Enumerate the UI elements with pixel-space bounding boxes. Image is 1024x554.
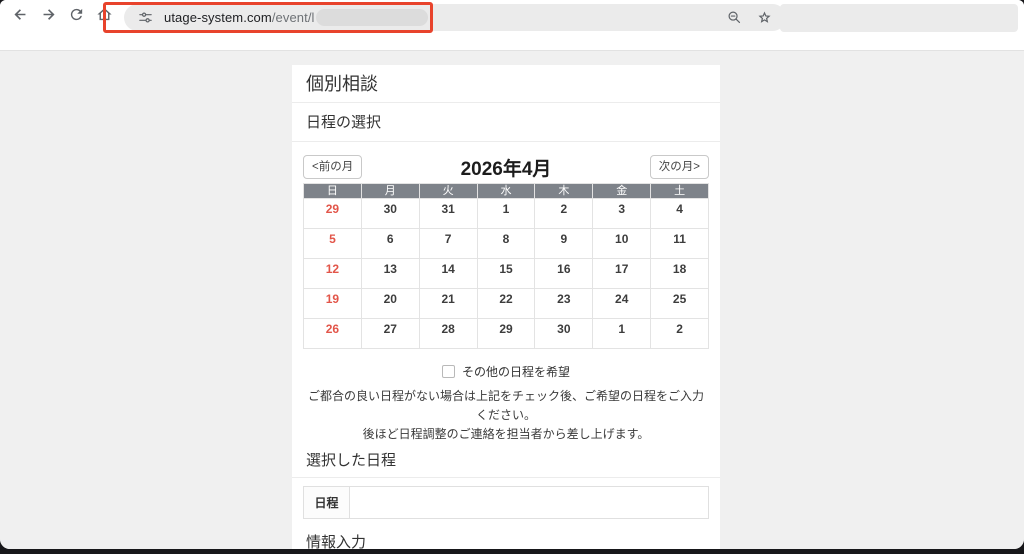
url-path: /event/l xyxy=(271,9,315,25)
schedule-note-line2: 後ほど日程調整のご連絡を担当者から差し上げます。 xyxy=(362,427,650,441)
booking-form-card: 個別相談 日程の選択 <前の月 2026年4月 次の月> 日月火水木金土 29 30… xyxy=(292,65,720,549)
calendar-weekday-header: 土 xyxy=(651,184,708,198)
calendar-nav: <前の月 2026年4月 次の月> xyxy=(303,154,709,180)
calendar-day-cell[interactable]: 1 xyxy=(477,199,535,228)
calendar-day-cell[interactable]: 29 xyxy=(477,319,535,348)
schedule-note-line1: ご都合の良い日程がない場合は上記をチェック後、ご希望の日程をご入力ください。 xyxy=(307,389,704,422)
selected-date-value xyxy=(350,487,708,518)
other-dates-checkbox[interactable] xyxy=(441,365,455,378)
site-settings-icon[interactable] xyxy=(137,9,154,26)
calendar-day-cell[interactable]: 23 xyxy=(535,289,593,318)
calendar-weekday-header: 金 xyxy=(593,184,651,198)
calendar-day-cell[interactable]: 10 xyxy=(593,229,651,258)
reload-button[interactable] xyxy=(62,3,90,31)
calendar-day-cell[interactable]: 5 xyxy=(304,229,361,258)
forward-arrow-icon xyxy=(40,6,57,28)
page-title: 個別相談 xyxy=(292,65,720,103)
calendar-weekday-header: 水 xyxy=(477,184,535,198)
bookmark-star-icon[interactable] xyxy=(756,9,773,26)
back-arrow-icon xyxy=(12,6,29,28)
calendar-day-cell[interactable]: 2 xyxy=(651,319,708,348)
back-button[interactable] xyxy=(6,3,34,31)
toolbar-redaction-box xyxy=(780,4,1018,32)
calendar-day-cell[interactable]: 8 xyxy=(477,229,535,258)
calendar-day-cell[interactable]: 9 xyxy=(535,229,593,258)
calendar-weekday-header: 火 xyxy=(419,184,477,198)
other-dates-row[interactable]: その他の日程を希望 xyxy=(303,363,709,380)
calendar-day-cell[interactable]: 27 xyxy=(361,319,419,348)
browser-window: utage-system.com/event/l 個別相談 日程の選択 <前の月… xyxy=(0,0,1024,549)
calendar-day-cell[interactable]: 7 xyxy=(419,229,477,258)
forward-button[interactable] xyxy=(34,3,62,31)
calendar-day-cell[interactable]: 28 xyxy=(419,319,477,348)
calendar-day-cell[interactable]: 18 xyxy=(651,259,708,288)
calendar-day-cell[interactable]: 17 xyxy=(593,259,651,288)
calendar-weekday-header: 月 xyxy=(361,184,419,198)
calendar-day-cell[interactable]: 4 xyxy=(651,199,708,228)
calendar-day-cell[interactable]: 29 xyxy=(304,199,361,228)
calendar-day-cell[interactable]: 26 xyxy=(304,319,361,348)
next-month-button[interactable]: 次の月> xyxy=(649,155,709,179)
calendar-day-cell[interactable]: 15 xyxy=(477,259,535,288)
calendar-day-cell[interactable]: 30 xyxy=(535,319,593,348)
calendar-day-cell[interactable]: 31 xyxy=(419,199,477,228)
info-section-heading: 情報入力 xyxy=(292,526,720,549)
calendar-weekday-header: 日 xyxy=(304,184,361,198)
calendar-day-cell[interactable]: 19 xyxy=(304,289,361,318)
schedule-section-heading: 日程の選択 xyxy=(292,103,720,142)
calendar: <前の月 2026年4月 次の月> 日月火水木金土 29 30 31 1 2 3 4 5 6 7 8 9… xyxy=(292,142,720,444)
calendar-day-cell[interactable]: 24 xyxy=(593,289,651,318)
calendar-day-cell[interactable]: 14 xyxy=(419,259,477,288)
calendar-month-title: 2026年4月 xyxy=(460,158,552,180)
selected-schedule-heading: 選択した日程 xyxy=(292,444,720,478)
calendar-day-cell[interactable]: 30 xyxy=(361,199,419,228)
calendar-day-cell[interactable]: 22 xyxy=(477,289,535,318)
url-text: utage-system.com/event/l xyxy=(164,10,315,25)
calendar-day-cell[interactable]: 21 xyxy=(419,289,477,318)
other-dates-checkbox-label: その他の日程を希望 xyxy=(461,365,570,379)
calendar-day-cell[interactable]: 16 xyxy=(535,259,593,288)
browser-toolbar: utage-system.com/event/l xyxy=(0,0,1024,51)
calendar-day-cell[interactable]: 25 xyxy=(651,289,708,318)
prev-month-button[interactable]: <前の月 xyxy=(303,155,363,179)
calendar-day-cell[interactable]: 11 xyxy=(651,229,708,258)
schedule-note: ご都合の良い日程がない場合は上記をチェック後、ご希望の日程をご入力ください。 後… xyxy=(303,387,709,444)
home-icon xyxy=(96,6,113,28)
calendar-day-cell[interactable]: 20 xyxy=(361,289,419,318)
address-bar[interactable]: utage-system.com/event/l xyxy=(124,3,786,31)
calendar-grid: 日月火水木金土 29 30 31 1 2 3 4 5 6 7 8 9 10 11 12 13 14 15 16 17 18… xyxy=(303,183,709,349)
calendar-day-cell[interactable]: 1 xyxy=(593,319,651,348)
calendar-weekday-header: 木 xyxy=(535,184,593,198)
url-redaction-box xyxy=(315,8,428,26)
home-button[interactable] xyxy=(90,3,118,31)
url-domain: utage-system.com xyxy=(164,9,272,25)
selected-date-label: 日程 xyxy=(304,487,350,518)
calendar-day-cell[interactable]: 13 xyxy=(361,259,419,288)
reload-icon xyxy=(68,6,85,28)
calendar-day-cell[interactable]: 3 xyxy=(593,199,651,228)
calendar-day-cell[interactable]: 2 xyxy=(535,199,593,228)
page-background: 個別相談 日程の選択 <前の月 2026年4月 次の月> 日月火水木金土 29 30… xyxy=(0,51,1024,549)
calendar-day-cell[interactable]: 6 xyxy=(361,229,419,258)
calendar-day-cell[interactable]: 12 xyxy=(304,259,361,288)
selected-schedule-table: 日程 xyxy=(303,486,709,519)
zoom-out-icon[interactable] xyxy=(726,9,743,26)
